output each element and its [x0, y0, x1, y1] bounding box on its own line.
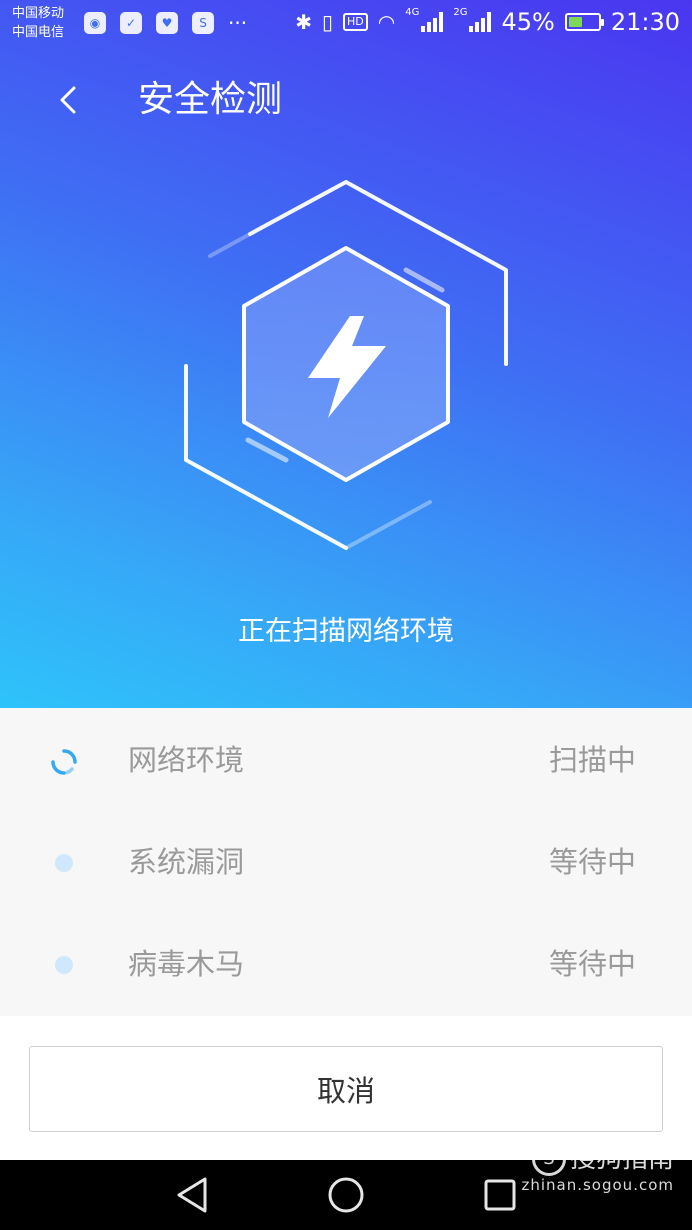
scan-item-status: 扫描中	[548, 743, 636, 777]
scan-item-label: 系统漏洞	[128, 845, 245, 879]
nav-recents-button[interactable]	[480, 1175, 520, 1215]
security-emblem	[184, 180, 508, 550]
shield-icon: ✓	[120, 12, 142, 34]
scan-item-status: 等待中	[548, 947, 636, 981]
spinner-icon	[51, 749, 77, 775]
network-2g-label: 2G	[453, 6, 468, 18]
dot-icon	[55, 956, 73, 974]
chevron-left-icon	[60, 86, 76, 114]
clock: 21:30	[610, 8, 680, 36]
vibrate-icon: ▯	[322, 10, 334, 34]
bluetooth-icon: ✱	[295, 10, 313, 34]
page-title: 安全检测	[138, 79, 283, 120]
scan-item-label: 病毒木马	[128, 947, 245, 981]
carrier-2: 中国电信	[12, 25, 65, 40]
dot-icon	[55, 854, 73, 872]
battery-icon	[564, 13, 604, 31]
app-icon: S	[192, 12, 214, 34]
status-bar: 中国移动 中国电信 ◉ ✓ ♥ S ··· ✱ ▯ HD ◠ 4G 2G 45%…	[0, 0, 692, 48]
system-status: ✱ ▯ HD ◠ 4G 2G 45% 21:30	[295, 6, 680, 37]
scan-item-vulnerability: 系统漏洞 等待中	[0, 810, 692, 912]
hero-panel: 中国移动 中国电信 ◉ ✓ ♥ S ··· ✱ ▯ HD ◠ 4G 2G 45%…	[0, 0, 692, 708]
carrier-1: 中国移动	[12, 6, 65, 21]
scan-item-virus: 病毒木马 等待中	[0, 912, 692, 1014]
network-4g-label: 4G	[405, 6, 420, 18]
hd-icon: HD	[343, 13, 368, 31]
watermark-logo: S 搜狗指南	[521, 1142, 674, 1176]
sogou-logo-icon: S	[531, 1142, 566, 1176]
scan-item-status: 等待中	[548, 845, 636, 879]
watermark-url: zhinan.sogou.com	[521, 1176, 674, 1194]
nav-back-button[interactable]	[172, 1175, 212, 1215]
nav-home-button[interactable]	[326, 1175, 366, 1215]
carrier-info: 中国移动 中国电信	[12, 4, 64, 42]
recents-icon	[484, 1179, 516, 1211]
notification-icons: ◉ ✓ ♥ S ···	[84, 12, 247, 34]
heartbeat-icon: ♥	[156, 12, 178, 34]
signal-2g-icon	[469, 12, 492, 32]
wifi-hotspot-icon: ◉	[84, 12, 106, 34]
scan-item-list: 网络环境 扫描中 系统漏洞 等待中 病毒木马 等待中	[0, 708, 692, 1016]
more-notifications-icon: ···	[228, 11, 248, 35]
wifi-icon: ◠	[377, 10, 396, 34]
battery-fill	[568, 17, 582, 27]
watermark-logo-text: 搜狗指南	[569, 1144, 674, 1174]
battery-percent: 45%	[501, 8, 555, 36]
signal-4g-icon	[421, 12, 444, 32]
sogou-watermark: S 搜狗指南 zhinan.sogou.com	[521, 1142, 674, 1194]
scan-item-label: 网络环境	[128, 743, 245, 777]
home-icon	[328, 1177, 364, 1213]
back-icon	[177, 1177, 207, 1213]
scan-item-network: 网络环境 扫描中	[0, 708, 692, 810]
cancel-button[interactable]: 取消	[29, 1046, 663, 1132]
back-button[interactable]	[44, 76, 92, 124]
scan-status-text: 正在扫描网络环境	[238, 616, 454, 647]
header: 安全检测	[0, 60, 692, 140]
